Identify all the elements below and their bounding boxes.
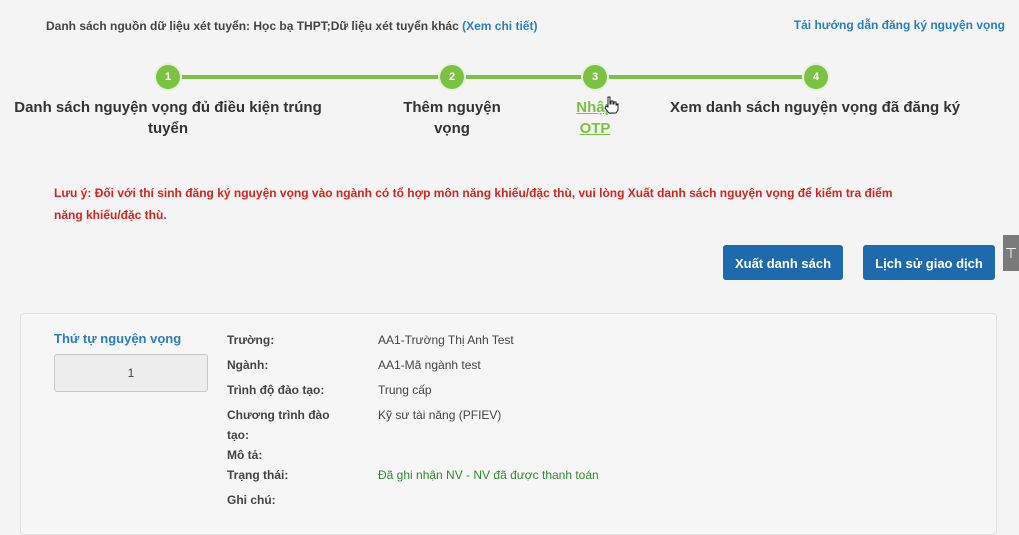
- field-value-program: Kỹ sư tài năng (PFIEV): [378, 408, 502, 422]
- order-value-box[interactable]: 1: [54, 354, 208, 392]
- field-value-level: Trung cấp: [378, 383, 432, 397]
- step-1-label[interactable]: Danh sách nguyện vọng đủ điều kiện trúng…: [5, 97, 331, 139]
- field-value-status: Đã ghi nhận NV - NV đã được thanh toán: [378, 468, 599, 482]
- step-2-label[interactable]: Thêm nguyện vọng: [392, 97, 512, 139]
- stepper-track: [168, 75, 818, 79]
- step-1-circle: 1: [156, 65, 180, 89]
- field-label-program: Chương trình đào tạo:: [227, 408, 330, 442]
- download-guide-link[interactable]: Tải hướng dẫn đăng ký nguyện vọng: [794, 16, 1005, 34]
- transaction-history-button[interactable]: Lịch sử giao dịch: [863, 245, 995, 280]
- field-label-level: Trình độ đào tạo:: [227, 383, 325, 397]
- step-4-circle: 4: [804, 65, 828, 89]
- field-label-note: Ghi chú:: [227, 493, 276, 507]
- export-list-button[interactable]: Xuất danh sách: [723, 245, 843, 280]
- edge-control-button[interactable]: ⊤: [1003, 235, 1019, 271]
- step-2-circle: 2: [440, 65, 464, 89]
- view-detail-link[interactable]: (Xem chi tiết): [462, 19, 537, 33]
- data-source-label: Danh sách nguồn dữ liệu xét tuyển: Học b…: [46, 19, 459, 33]
- data-source-text: Danh sách nguồn dữ liệu xét tuyển: Học b…: [46, 16, 546, 36]
- field-label-status: Trạng thái:: [227, 468, 289, 482]
- warning-note: Lưu ý: Đối với thí sinh đăng ký nguyện v…: [54, 186, 893, 222]
- field-value-major: AA1-Mã ngành test: [378, 358, 481, 372]
- field-value-school: AA1-Trường Thị Anh Test: [378, 333, 514, 347]
- hand-cursor-icon: [604, 96, 619, 114]
- field-label-description: Mô tả:: [227, 448, 263, 462]
- field-label-major: Ngành:: [227, 358, 269, 372]
- step-3-circle: 3: [583, 65, 607, 89]
- field-label-school: Trường:: [227, 333, 275, 347]
- step-4-label[interactable]: Xem danh sách nguyện vọng đã đăng ký: [668, 97, 962, 118]
- order-title: Thứ tự nguyện vọng: [54, 331, 182, 346]
